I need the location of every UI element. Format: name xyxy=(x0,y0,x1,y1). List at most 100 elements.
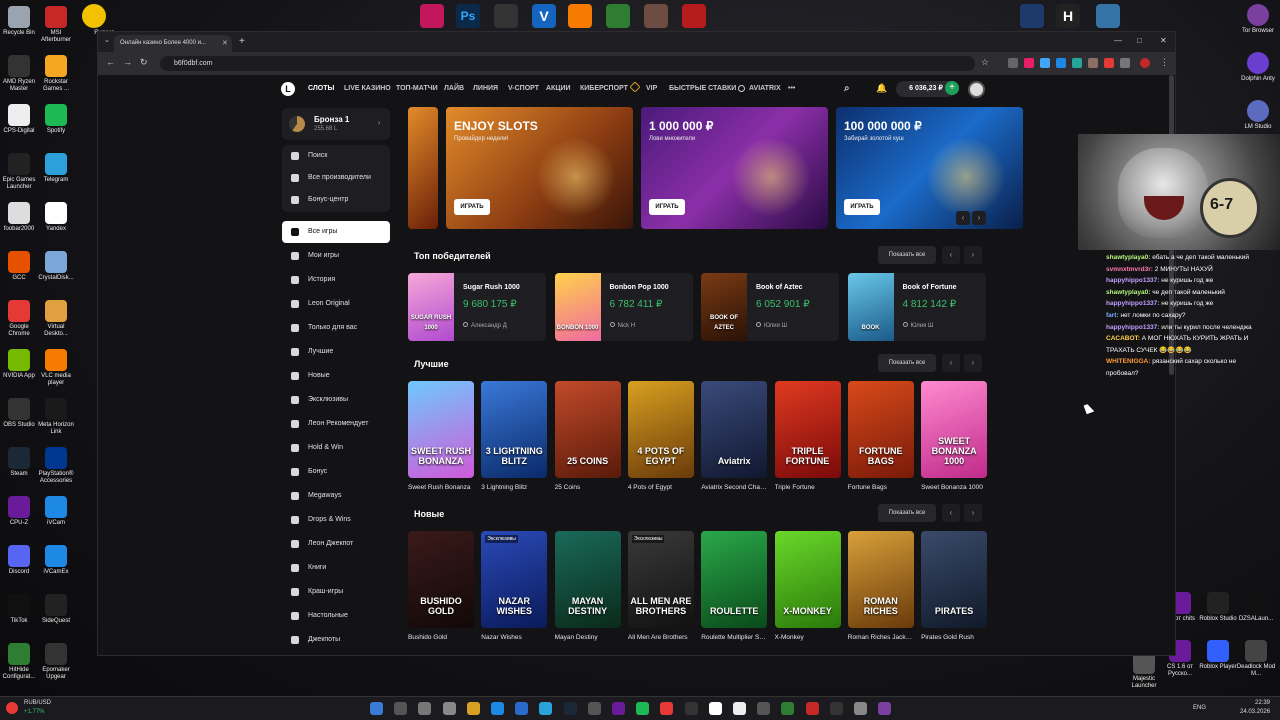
sidebar-item[interactable]: Leon Original xyxy=(282,293,390,315)
winners-show-all[interactable]: Показать все xyxy=(878,246,936,264)
game-tile[interactable]: X-MONKEY X-Monkey xyxy=(774,531,841,641)
desktop-icon[interactable]: Steam xyxy=(0,447,39,478)
taskbar-app-icon[interactable] xyxy=(757,702,771,715)
desktop-icon[interactable]: Virtual Deskto... xyxy=(36,300,76,338)
taskbar-app-icon[interactable] xyxy=(442,702,456,715)
desktop-icon[interactable]: OBS Studio xyxy=(0,398,39,429)
deposit-button[interactable]: + xyxy=(945,81,959,95)
taskbar-app-icon[interactable] xyxy=(491,702,504,715)
desktop-icon[interactable]: Recycle Bin xyxy=(0,6,39,37)
banner-play-button[interactable]: ИГРАТЬ xyxy=(844,199,880,215)
desktop-icon[interactable]: foobar2000 xyxy=(0,202,39,233)
desktop-icon[interactable]: CrystalDisk... xyxy=(36,251,76,282)
desktop-icon[interactable]: Roblox Studio xyxy=(1198,592,1238,623)
desktop-icon[interactable]: Deadlock Mod M... xyxy=(1236,640,1276,678)
sidebar-item[interactable]: Hold & Win xyxy=(282,437,390,459)
taskbar-app-icon[interactable] xyxy=(539,702,553,715)
sidebar-item[interactable]: Все игры xyxy=(282,221,390,243)
stock-ticker[interactable]: RUB/USD xyxy=(24,700,51,706)
nav-item[interactable]: VIP xyxy=(646,85,657,92)
winners-next-arrow[interactable]: › xyxy=(964,246,982,264)
url-field[interactable]: b6f0dbf.com xyxy=(160,56,975,71)
taskbar-app-icon[interactable] xyxy=(708,702,722,715)
winner-card[interactable]: BOOK Book of Fortune 4 812 142 ₽ Юлия Ш xyxy=(847,273,986,341)
nav-item[interactable]: V-СПОРТ xyxy=(508,85,539,92)
sidebar-item[interactable]: Эксклюзивы xyxy=(282,389,390,411)
clock-date[interactable]: 24.03.2026 xyxy=(1240,709,1270,715)
nav-item[interactable]: ••• xyxy=(788,85,795,92)
sidebar-item[interactable]: Настольные xyxy=(282,605,390,627)
sidebar-item[interactable]: Drops & Wins xyxy=(282,509,390,531)
nav-item[interactable]: КИБЕРСПОРТ xyxy=(580,85,628,92)
taskbar-app-icon[interactable] xyxy=(370,702,383,715)
menu-dots-icon[interactable]: ⋮ xyxy=(1160,57,1169,68)
best-show-all[interactable]: Показать все xyxy=(878,354,936,372)
desktop-icon[interactable]: Meta Horizon Link xyxy=(36,398,76,436)
promo-banner[interactable]: 1 000 000 ₽ Лови множители ИГРАТЬ xyxy=(641,107,828,229)
sidebar-top-item[interactable]: Поиск xyxy=(282,145,390,167)
desktop-icon[interactable]: Roblox Player xyxy=(1198,640,1238,671)
bookmark-star-icon[interactable]: ☆ xyxy=(981,57,989,68)
taskbar-app-icon[interactable] xyxy=(394,702,408,715)
app-icon[interactable] xyxy=(1020,4,1044,28)
sidebar-item[interactable]: История xyxy=(282,269,390,291)
sidebar-item[interactable]: Новые xyxy=(282,365,390,387)
game-tile[interactable]: 4 POTS OF EGYPT 4 Pots of Egypt xyxy=(627,381,694,491)
taskbar-app-icon[interactable] xyxy=(587,702,601,715)
sidebar-item[interactable]: Лучшие xyxy=(282,341,390,363)
desktop-icon[interactable]: Tor Browser xyxy=(1236,4,1280,35)
app-icon[interactable] xyxy=(644,4,668,28)
extension-icon[interactable] xyxy=(1056,58,1066,68)
desktop-icon[interactable]: AMD Ryzen Master xyxy=(0,55,39,93)
app-icon[interactable] xyxy=(82,4,106,28)
banner-next-arrow[interactable]: › xyxy=(972,211,986,225)
extension-icon[interactable] xyxy=(1072,58,1082,68)
browser-tab[interactable]: Онлайн казино Более 4000 и... xyxy=(114,35,232,52)
desktop-icon[interactable]: iVCam xyxy=(36,496,76,527)
davinci-icon[interactable] xyxy=(494,4,518,28)
winner-card[interactable]: SUGAR RUSH 1000 Sugar Rush 1000 9 680 175 … xyxy=(408,273,546,341)
nav-item[interactable]: ТОП-МАТЧИ xyxy=(396,85,438,92)
extension-icon[interactable] xyxy=(1040,58,1050,68)
desktop-icon[interactable]: Epic Games Launcher xyxy=(0,153,39,191)
game-tile[interactable]: Aviatrix Aviatrix Second Chance xyxy=(701,381,768,491)
desktop-icon[interactable]: DZSALaun... xyxy=(1236,592,1276,623)
new-tab-icon[interactable]: + xyxy=(239,36,245,47)
game-tile[interactable]: ROMAN RICHES Roman Riches Jackpot xyxy=(847,531,914,641)
new-next-arrow[interactable]: › xyxy=(964,504,982,522)
taskbar-app-icon[interactable] xyxy=(612,702,625,715)
desktop-icon[interactable]: Spotify xyxy=(36,104,76,135)
promo-banner[interactable]: ENJOY SLOTS Провайдер недели! ИГРАТЬ xyxy=(446,107,633,229)
sidebar-top-item[interactable]: Все производители xyxy=(282,167,390,189)
app-icon[interactable] xyxy=(420,4,444,28)
nav-item[interactable]: АКЦИИ xyxy=(546,85,571,92)
close-window-button[interactable]: ✕ xyxy=(1160,36,1167,45)
app-icon[interactable]: H xyxy=(1056,4,1080,28)
sidebar-item[interactable]: Бонус xyxy=(282,461,390,483)
game-tile[interactable]: SWEET RUSH BONANZA Sweet Rush Bonanza xyxy=(408,381,474,491)
stock-widget-icon[interactable] xyxy=(6,702,18,714)
new-prev-arrow[interactable]: ‹ xyxy=(942,504,960,522)
game-tile[interactable]: Эксклюзивы NAZAR WISHES Nazar Wishes xyxy=(481,531,548,641)
forward-icon[interactable]: → xyxy=(123,57,132,67)
taskbar-app-icon[interactable] xyxy=(781,702,795,715)
maximize-button[interactable]: □ xyxy=(1137,36,1142,45)
tab-search-icon[interactable]: ⌄ xyxy=(104,36,110,44)
banner-play-button[interactable]: ИГРАТЬ xyxy=(454,199,490,215)
best-next-arrow[interactable]: › xyxy=(964,354,982,372)
banner-play-button[interactable]: ИГРАТЬ xyxy=(649,199,685,215)
sidebar-item[interactable]: Только для вас xyxy=(282,317,390,339)
taskbar-app-icon[interactable] xyxy=(636,702,650,715)
taskbar-app-icon[interactable] xyxy=(805,702,819,715)
desktop-icon[interactable]: Dolphin Anty xyxy=(1236,52,1280,83)
game-tile[interactable]: Эксклюзивы ALL MEN ARE BROTHERS All Men Ar… xyxy=(627,531,694,641)
avatar[interactable] xyxy=(968,81,985,98)
desktop-icon[interactable]: TikTok xyxy=(0,594,39,625)
back-icon[interactable]: ← xyxy=(106,57,115,67)
extensions-puzzle-icon[interactable] xyxy=(1120,58,1130,68)
python-icon[interactable] xyxy=(1096,4,1120,28)
game-tile[interactable]: MAYAN DESTINY Mayan Destiny xyxy=(554,531,621,641)
taskbar-app-icon[interactable] xyxy=(660,702,674,715)
profile-card[interactable]: Бронза 1 255.68 L › xyxy=(282,108,390,140)
banner-prev-arrow[interactable]: ‹ xyxy=(956,211,970,225)
